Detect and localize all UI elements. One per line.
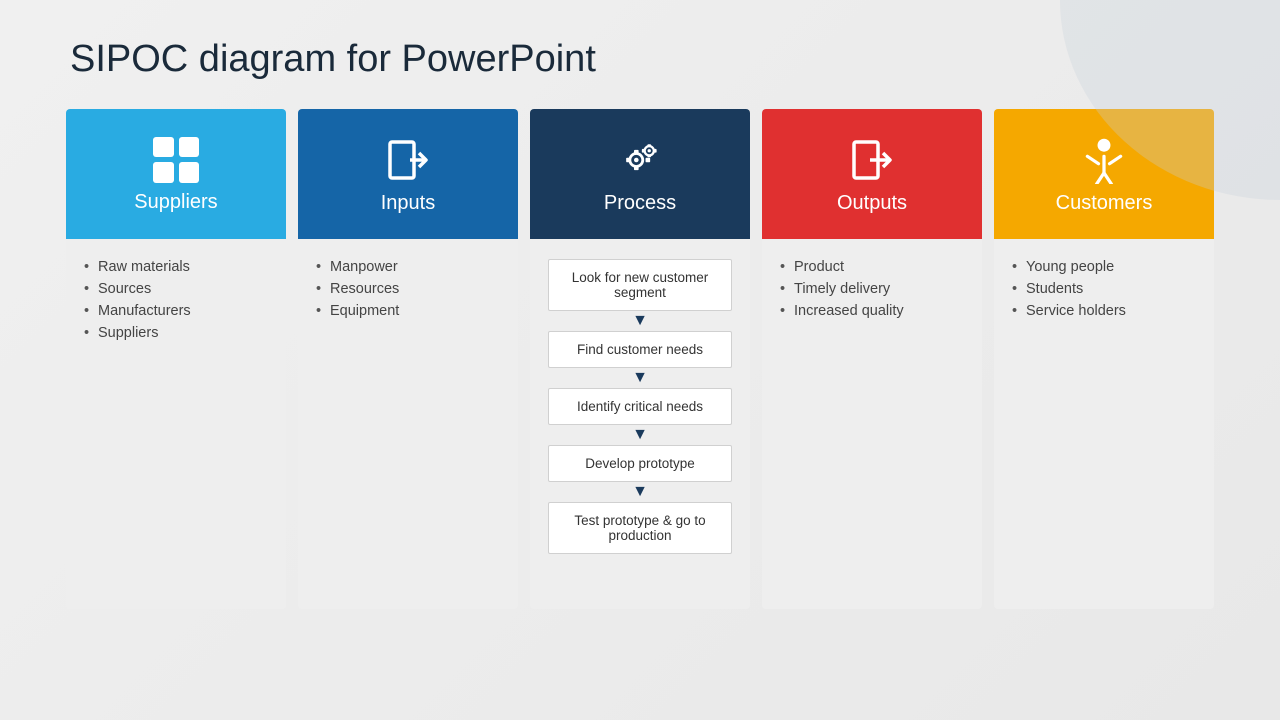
- outputs-header: Outputs: [762, 109, 982, 239]
- column-inputs: Inputs Manpower Resources Equipment: [298, 109, 518, 609]
- column-outputs: Outputs Product Timely delivery Increase…: [762, 109, 982, 609]
- list-item: Product: [780, 259, 964, 275]
- person-icon: [1080, 136, 1128, 184]
- inputs-list: Manpower Resources Equipment: [316, 259, 500, 319]
- arrow-2: ▼: [632, 370, 648, 386]
- list-item: Equipment: [316, 303, 500, 319]
- process-body: Look for new customer segment ▼ Find cus…: [530, 239, 750, 609]
- process-label: Process: [604, 192, 676, 215]
- process-step-5: Test prototype & go to production: [548, 502, 732, 554]
- process-step-1: Look for new customer segment: [548, 259, 732, 311]
- outputs-body: Product Timely delivery Increased qualit…: [762, 239, 982, 609]
- list-item: Raw materials: [84, 259, 268, 275]
- list-item: Manufacturers: [84, 303, 268, 319]
- column-suppliers: Suppliers Raw materials Sources Manufact…: [66, 109, 286, 609]
- customers-label: Customers: [1056, 192, 1153, 215]
- arrow-in-icon: [384, 136, 432, 184]
- suppliers-label: Suppliers: [134, 191, 217, 214]
- list-item: Resources: [316, 281, 500, 297]
- arrow-3: ▼: [632, 427, 648, 443]
- process-header: Process: [530, 109, 750, 239]
- column-process: Process Look for new customer segment ▼ …: [530, 109, 750, 609]
- inputs-label: Inputs: [381, 192, 435, 215]
- process-step-2: Find customer needs: [548, 331, 732, 368]
- arrow-1: ▼: [632, 313, 648, 329]
- customers-body: Young people Students Service holders: [994, 239, 1214, 609]
- list-item: Sources: [84, 281, 268, 297]
- list-item: Students: [1012, 281, 1196, 297]
- gears-icon: [616, 136, 664, 184]
- page-title: SIPOC diagram for PowerPoint: [0, 0, 1280, 109]
- list-item: Increased quality: [780, 303, 964, 319]
- process-step-3: Identify critical needs: [548, 388, 732, 425]
- list-item: Young people: [1012, 259, 1196, 275]
- grid-icon: [153, 137, 199, 183]
- customers-list: Young people Students Service holders: [1012, 259, 1196, 319]
- arrow-out-icon: [848, 136, 896, 184]
- process-steps: Look for new customer segment ▼ Find cus…: [548, 259, 732, 554]
- arrow-4: ▼: [632, 484, 648, 500]
- outputs-list: Product Timely delivery Increased qualit…: [780, 259, 964, 319]
- inputs-body: Manpower Resources Equipment: [298, 239, 518, 609]
- customers-header: Customers: [994, 109, 1214, 239]
- process-step-4: Develop prototype: [548, 445, 732, 482]
- list-item: Manpower: [316, 259, 500, 275]
- list-item: Suppliers: [84, 325, 268, 341]
- outputs-label: Outputs: [837, 192, 907, 215]
- column-customers: Customers Young people Students Service …: [994, 109, 1214, 609]
- suppliers-body: Raw materials Sources Manufacturers Supp…: [66, 239, 286, 609]
- inputs-header: Inputs: [298, 109, 518, 239]
- list-item: Service holders: [1012, 303, 1196, 319]
- diagram: Suppliers Raw materials Sources Manufact…: [0, 109, 1280, 609]
- suppliers-header: Suppliers: [66, 109, 286, 239]
- list-item: Timely delivery: [780, 281, 964, 297]
- suppliers-list: Raw materials Sources Manufacturers Supp…: [84, 259, 268, 341]
